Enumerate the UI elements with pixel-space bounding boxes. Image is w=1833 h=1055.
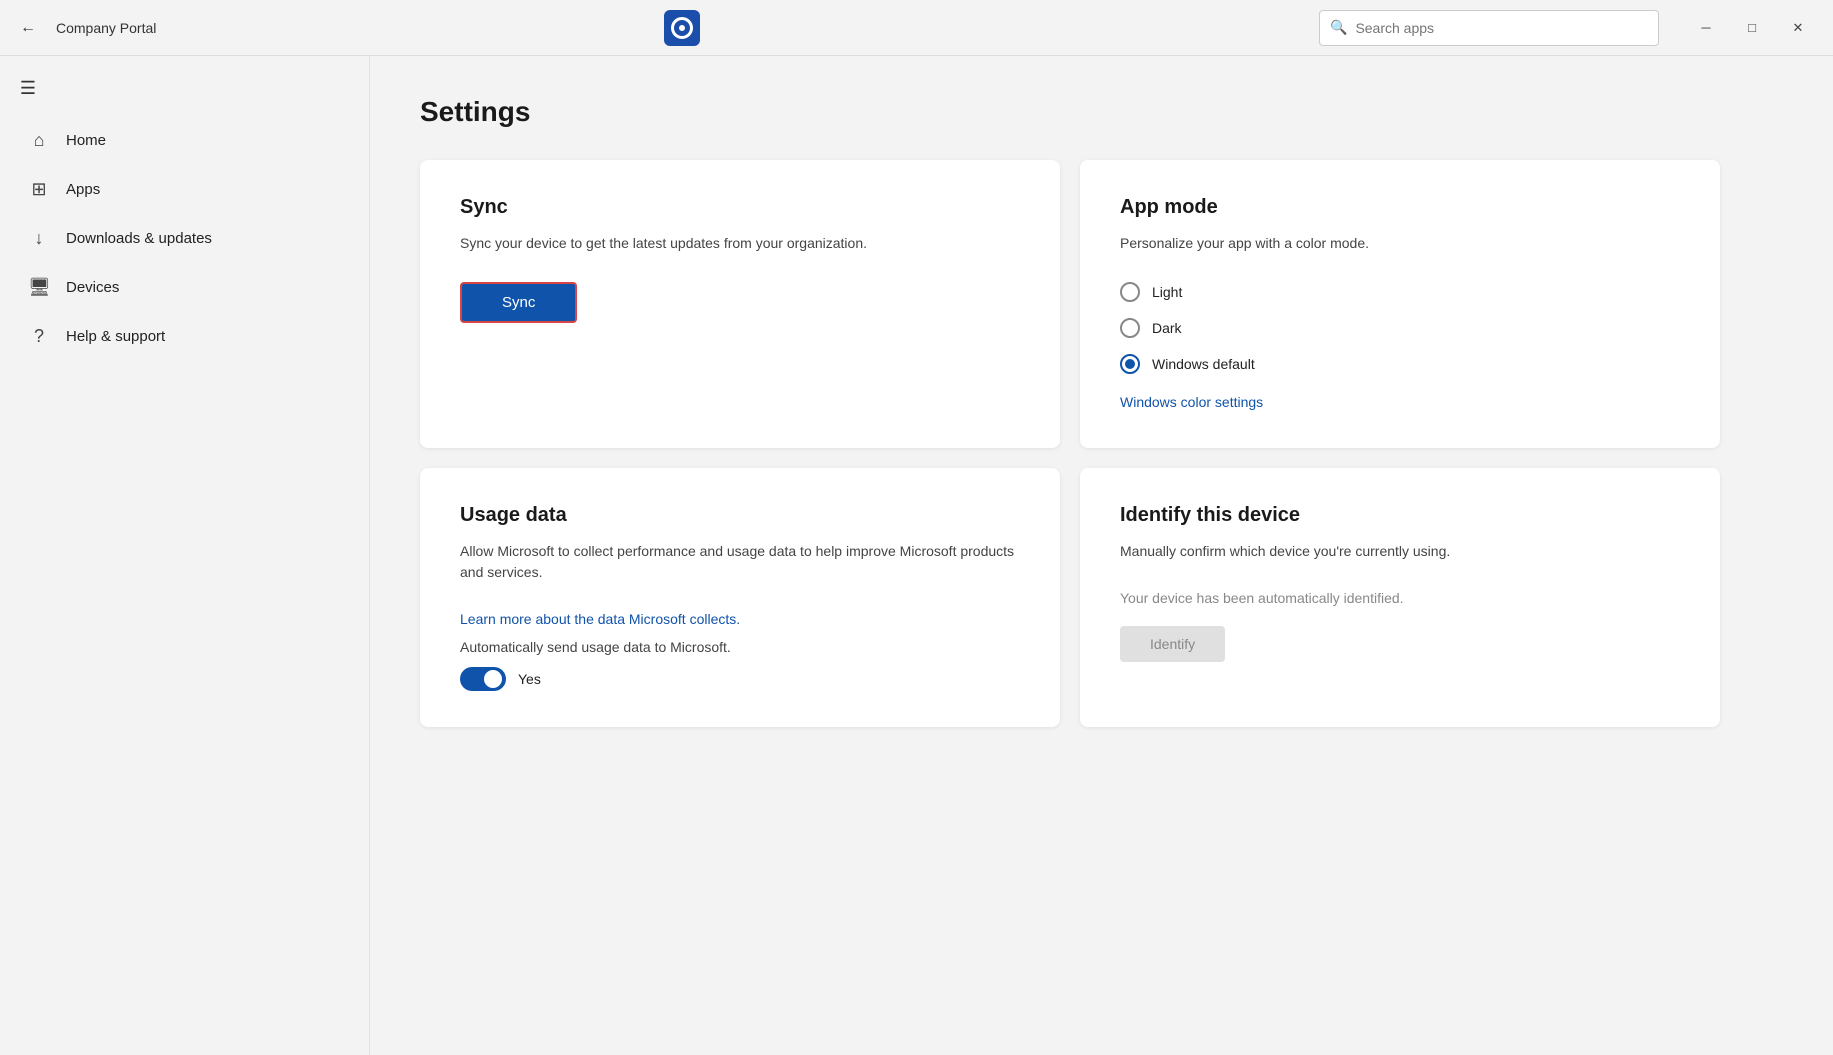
usage-data-toggle[interactable] [460,667,506,691]
identify-device-card: Identify this device Manually confirm wh… [1080,468,1720,727]
maximize-button[interactable]: □ [1729,10,1775,46]
toggle-value-label: Yes [518,671,541,687]
auto-identified-text: Your device has been automatically ident… [1120,590,1680,606]
radio-circle-windows-default [1120,354,1140,374]
close-button[interactable]: ✕ [1775,10,1821,46]
sidebar-item-label-help: Help & support [66,328,165,345]
sidebar-item-label-home: Home [66,132,106,149]
app-mode-radio-group: Light Dark Windows default [1120,282,1680,374]
sidebar-item-downloads[interactable]: ↓ Downloads & updates [8,216,361,261]
identify-device-desc: Manually confirm which device you're cur… [1120,541,1680,562]
page-title: Settings [420,96,1783,128]
radio-light[interactable]: Light [1120,282,1680,302]
main-content: Settings Sync Sync your device to get th… [370,56,1833,1055]
search-icon: 🔍 [1330,19,1347,36]
usage-data-desc: Allow Microsoft to collect performance a… [460,541,1020,583]
radio-label-light: Light [1152,284,1182,300]
radio-dot-windows-default [1125,359,1135,369]
titlebar: ← Company Portal 🔍 ─ □ ✕ [0,0,1833,56]
sidebar-item-label-apps: Apps [66,181,100,198]
sync-button[interactable]: Sync [460,282,577,323]
windows-color-settings-link[interactable]: Windows color settings [1120,394,1263,410]
radio-circle-dark [1120,318,1140,338]
search-input[interactable] [1355,20,1648,36]
usage-data-title: Usage data [460,504,1020,527]
radio-circle-light [1120,282,1140,302]
auto-send-text: Automatically send usage data to Microso… [460,639,1020,655]
sidebar: ☰ ⌂ Home ⊞ Apps ↓ Downloads & updates 🖥 … [0,56,370,1055]
sync-card: Sync Sync your device to get the latest … [420,160,1060,448]
devices-icon: 🖥 [28,277,50,298]
sidebar-item-label-downloads: Downloads & updates [66,230,212,247]
apps-icon: ⊞ [28,179,50,200]
learn-more-link[interactable]: Learn more about the data Microsoft coll… [460,611,1020,627]
sidebar-item-home[interactable]: ⌂ Home [8,118,361,163]
identify-button[interactable]: Identify [1120,626,1225,662]
radio-dark[interactable]: Dark [1120,318,1680,338]
toggle-row: Yes [460,667,1020,691]
sidebar-item-apps[interactable]: ⊞ Apps [8,167,361,212]
radio-windows-default[interactable]: Windows default [1120,354,1680,374]
usage-data-card: Usage data Allow Microsoft to collect pe… [420,468,1060,727]
menu-hamburger-icon[interactable]: ☰ [8,68,48,108]
app-mode-desc: Personalize your app with a color mode. [1120,233,1680,254]
app-logo [664,10,700,46]
home-icon: ⌂ [28,130,50,151]
minimize-button[interactable]: ─ [1683,10,1729,46]
radio-label-dark: Dark [1152,320,1182,336]
sidebar-item-devices[interactable]: 🖥 Devices [8,265,361,310]
search-bar: 🔍 [1319,10,1659,46]
app-body: ☰ ⌂ Home ⊞ Apps ↓ Downloads & updates 🖥 … [0,56,1833,1055]
sync-card-desc: Sync your device to get the latest updat… [460,233,1020,254]
downloads-icon: ↓ [28,228,50,249]
logo-dot [679,25,685,31]
app-mode-title: App mode [1120,196,1680,219]
sidebar-item-help[interactable]: ? Help & support [8,314,361,359]
help-icon: ? [28,326,50,347]
logo-ring [671,17,693,39]
sidebar-item-label-devices: Devices [66,279,119,296]
cards-grid: Sync Sync your device to get the latest … [420,160,1720,727]
identify-device-title: Identify this device [1120,504,1680,527]
sync-card-title: Sync [460,196,1020,219]
window-controls: ─ □ ✕ [1683,10,1821,46]
radio-label-windows-default: Windows default [1152,356,1255,372]
app-mode-card: App mode Personalize your app with a col… [1080,160,1720,448]
toggle-thumb [484,670,502,688]
back-button[interactable]: ← [12,12,44,44]
app-title: Company Portal [56,20,652,36]
